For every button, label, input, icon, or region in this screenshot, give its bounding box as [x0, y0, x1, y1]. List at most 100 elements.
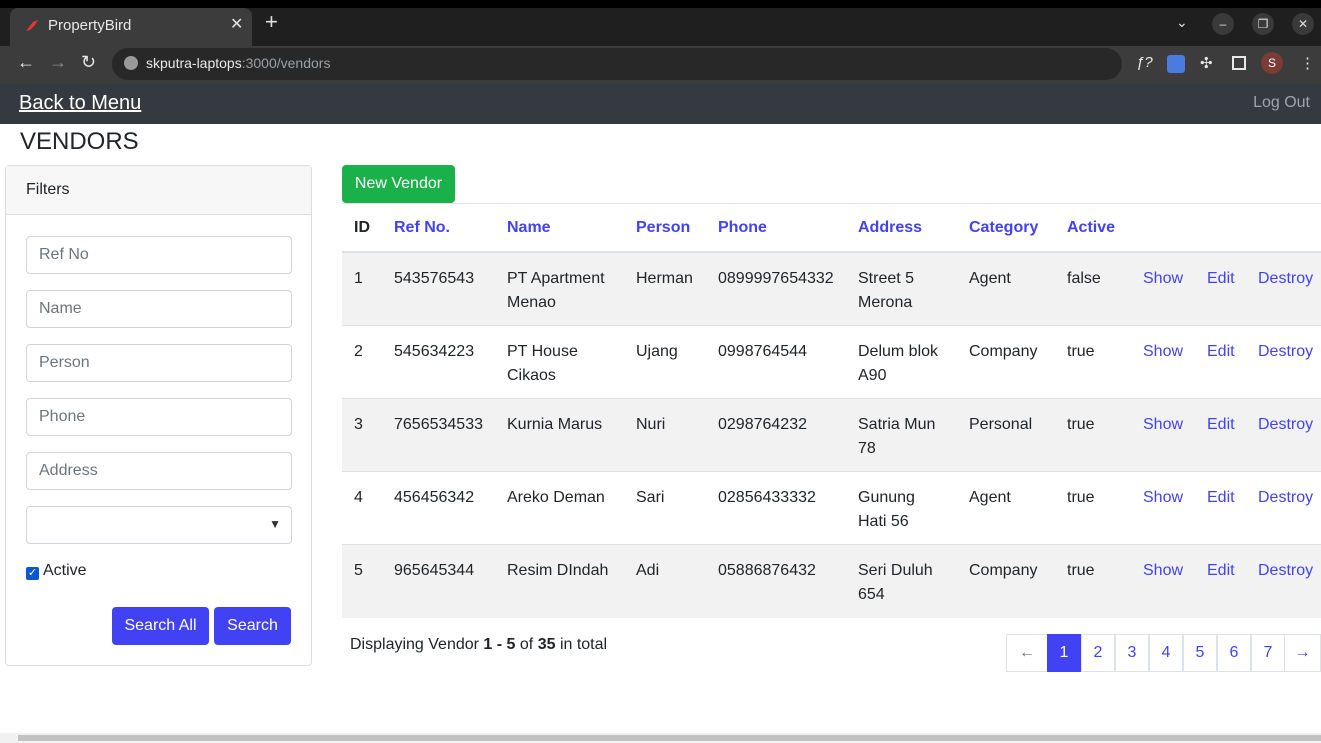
cell-person: Sari	[636, 489, 665, 506]
column-header-address[interactable]: Address	[858, 219, 922, 237]
pagination-next[interactable]: →	[1284, 634, 1321, 672]
vendors-table: ID Ref No. Name Person Phone Address Cat…	[342, 203, 1321, 618]
show-link[interactable]: Show	[1143, 340, 1183, 364]
table-row: 3 7656534533 Kurnia Marus Nuri 029876423…	[342, 399, 1321, 472]
browser-tab[interactable]: PropertyBird ✕	[10, 8, 252, 46]
destroy-link[interactable]: Destroy	[1258, 559, 1313, 583]
formula-extension-icon[interactable]: ƒ?	[1136, 54, 1153, 71]
back-arrow-icon[interactable]: ←	[17, 52, 35, 73]
cell-active: true	[1067, 562, 1095, 579]
tab-strip-top	[0, 0, 1321, 8]
phone-input[interactable]: Phone	[26, 398, 292, 436]
page-1[interactable]: 1	[1047, 634, 1081, 672]
cell-category: Agent	[969, 270, 1011, 287]
table-row: 4 456456342 Areko Deman Sari 02856433332…	[342, 472, 1321, 545]
window-close-icon[interactable]: ✕	[1292, 13, 1314, 35]
tab-title: PropertyBird	[48, 17, 132, 34]
page-title: VENDORS	[20, 128, 139, 155]
extensions-puzzle-icon[interactable]: ✣	[1200, 54, 1213, 72]
destroy-link[interactable]: Destroy	[1258, 486, 1313, 510]
translate-extension-icon[interactable]	[1167, 55, 1185, 73]
page-2[interactable]: 2	[1081, 634, 1115, 672]
cell-ref-no: 543576543	[394, 270, 475, 287]
cell-category: Agent	[969, 489, 1011, 506]
cell-id: 3	[354, 416, 363, 433]
column-header-phone[interactable]: Phone	[718, 219, 767, 237]
cell-ref-no: 7656534533	[394, 416, 483, 433]
cell-category: Company	[969, 343, 1038, 360]
cell-address: Gunung Hati 56	[858, 489, 915, 530]
new-tab-icon[interactable]: +	[265, 11, 278, 33]
reload-icon[interactable]: ↻	[81, 52, 96, 73]
column-header-name[interactable]: Name	[507, 219, 551, 237]
show-link[interactable]: Show	[1143, 413, 1183, 437]
destroy-link[interactable]: Destroy	[1258, 340, 1313, 364]
tab-close-icon[interactable]: ✕	[230, 14, 243, 34]
address-input[interactable]: Address	[26, 452, 292, 490]
name-input[interactable]: Name	[26, 290, 292, 328]
table-row: 2 545634223 PT House Cikaos Ujang 0998764…	[342, 326, 1321, 399]
show-link[interactable]: Show	[1143, 486, 1183, 510]
show-link[interactable]: Show	[1143, 267, 1183, 291]
show-link[interactable]: Show	[1143, 559, 1183, 583]
page-5[interactable]: 5	[1183, 634, 1217, 672]
page-6[interactable]: 6	[1217, 634, 1251, 672]
destroy-link[interactable]: Destroy	[1258, 267, 1313, 291]
bird-favicon-icon	[26, 20, 38, 31]
pagination-info: Displaying Vendor 1 - 5 of 35 in total	[350, 636, 608, 653]
cell-ref-no: 456456342	[394, 489, 475, 506]
page-3[interactable]: 3	[1115, 634, 1149, 672]
cell-id: 4	[354, 489, 363, 506]
person-input[interactable]: Person	[26, 344, 292, 382]
page-4[interactable]: 4	[1149, 634, 1183, 672]
edit-link[interactable]: Edit	[1207, 413, 1235, 437]
column-header-id: ID	[354, 219, 370, 236]
cell-phone: 02856433332	[718, 489, 816, 506]
pagination-prev[interactable]: ←	[1006, 634, 1048, 672]
logout-link[interactable]: Log Out	[1253, 94, 1310, 112]
cell-ref-no: 545634223	[394, 343, 475, 360]
column-header-category[interactable]: Category	[969, 219, 1038, 237]
ref-no-input[interactable]: Ref No	[26, 236, 292, 274]
site-info-icon[interactable]	[124, 56, 138, 70]
table-row: 5 965645344 Resim DIndah Adi 05886876432…	[342, 545, 1321, 618]
minimize-icon[interactable]: –	[1212, 13, 1234, 35]
category-select[interactable]: ▼	[26, 506, 292, 544]
table-row: 1 543576543 PT Apartment Menao Herman 089…	[342, 253, 1321, 326]
cell-person: Ujang	[636, 343, 678, 360]
restore-icon[interactable]: ❐	[1252, 13, 1274, 35]
more-menu-icon[interactable]: ⋮	[1300, 54, 1315, 72]
edit-link[interactable]: Edit	[1207, 486, 1235, 510]
destroy-link[interactable]: Destroy	[1258, 413, 1313, 437]
cell-id: 2	[354, 343, 363, 360]
column-header-active[interactable]: Active	[1067, 219, 1115, 237]
cell-phone: 0899997654332	[718, 270, 834, 287]
active-filter[interactable]: ✓ Active	[26, 562, 87, 580]
cell-ref-no: 965645344	[394, 562, 475, 579]
tab-search-chevron-icon[interactable]: ⌄	[1176, 14, 1188, 31]
cell-name: Areko Deman	[507, 489, 605, 506]
search-button[interactable]: Search	[214, 607, 291, 645]
cell-name: PT House Cikaos	[507, 343, 578, 384]
active-checkbox[interactable]: ✓	[26, 567, 39, 580]
browser-toolbar: ← → ↻ skputra-laptops:3000/vendors ƒ? ✣ …	[0, 46, 1321, 84]
cell-phone: 0298764232	[718, 416, 807, 433]
cell-address: Seri Duluh 654	[858, 562, 933, 603]
edit-link[interactable]: Edit	[1207, 340, 1235, 364]
app-navbar: Back to Menu Log Out	[0, 84, 1321, 124]
side-panel-icon[interactable]	[1232, 56, 1246, 70]
column-header-person[interactable]: Person	[636, 219, 690, 237]
edit-link[interactable]: Edit	[1207, 267, 1235, 291]
back-to-menu-link[interactable]: Back to Menu	[19, 92, 141, 115]
new-vendor-button[interactable]: New Vendor	[342, 165, 455, 203]
column-header-ref-no[interactable]: Ref No.	[394, 219, 450, 237]
horizontal-scrollbar[interactable]	[0, 733, 1321, 743]
forward-arrow-icon[interactable]: →	[49, 52, 67, 73]
cell-active: true	[1067, 416, 1095, 433]
address-bar[interactable]: skputra-laptops:3000/vendors	[112, 48, 1122, 80]
page-7[interactable]: 7	[1251, 634, 1285, 672]
edit-link[interactable]: Edit	[1207, 559, 1235, 583]
profile-avatar[interactable]: S	[1261, 52, 1283, 74]
search-all-button[interactable]: Search All	[112, 607, 209, 645]
scrollbar-thumb[interactable]	[18, 735, 1321, 741]
